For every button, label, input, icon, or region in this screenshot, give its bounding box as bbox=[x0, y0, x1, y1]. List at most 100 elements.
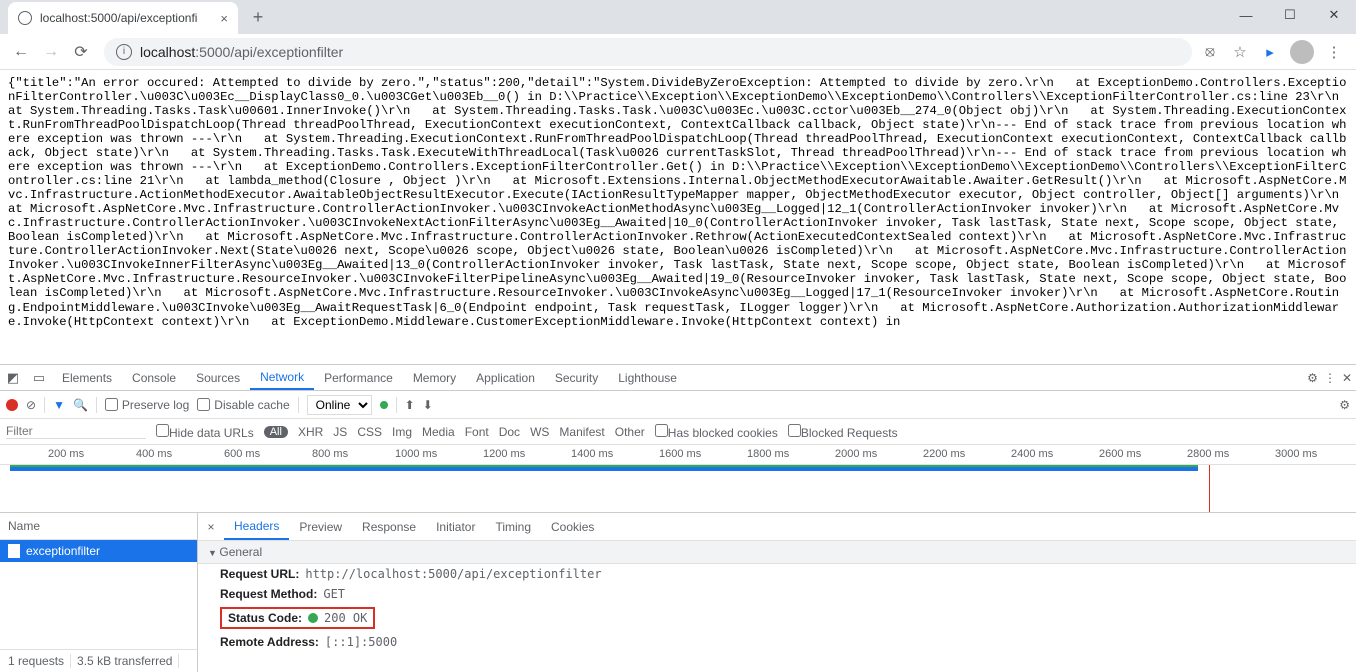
tab-performance[interactable]: Performance bbox=[314, 365, 403, 390]
address-bar[interactable]: i localhost:5000/api/exceptionfilter bbox=[104, 38, 1192, 66]
globe-icon bbox=[18, 11, 32, 25]
toolbar-right: ⦻ ☆ ▸ ⋮ bbox=[1200, 40, 1350, 64]
filter-xhr[interactable]: XHR bbox=[298, 425, 323, 439]
tick: 1800 ms bbox=[747, 448, 789, 460]
separator bbox=[96, 397, 97, 413]
tick: 800 ms bbox=[312, 448, 348, 460]
devtools: ◩ ▭ Elements Console Sources Network Per… bbox=[0, 364, 1356, 672]
filter-media[interactable]: Media bbox=[422, 425, 455, 439]
column-name[interactable]: Name bbox=[0, 513, 197, 540]
tab-security[interactable]: Security bbox=[545, 365, 608, 390]
online-dot-icon bbox=[380, 401, 388, 409]
settings-icon[interactable]: ⚙ bbox=[1307, 371, 1318, 385]
tab-initiator[interactable]: Initiator bbox=[426, 513, 485, 540]
translate-icon[interactable]: ⦻ bbox=[1200, 42, 1220, 62]
close-detail-icon[interactable]: × bbox=[198, 520, 224, 534]
network-main: Name exceptionfilter 1 requests 3.5 kB t… bbox=[0, 513, 1356, 672]
filter-js[interactable]: JS bbox=[333, 425, 347, 439]
upload-har-icon[interactable]: ⬆ bbox=[405, 398, 415, 412]
separator bbox=[396, 397, 397, 413]
tab-lighthouse[interactable]: Lighthouse bbox=[608, 365, 687, 390]
tick: 600 ms bbox=[224, 448, 260, 460]
timeline-bar bbox=[10, 465, 1198, 471]
filter-other[interactable]: Other bbox=[615, 425, 645, 439]
timeline-marker bbox=[1209, 465, 1210, 512]
filter-ws[interactable]: WS bbox=[530, 425, 549, 439]
filter-font[interactable]: Font bbox=[465, 425, 489, 439]
filter-all[interactable]: All bbox=[264, 426, 288, 438]
tab-preview[interactable]: Preview bbox=[289, 513, 352, 540]
filter-input[interactable] bbox=[6, 424, 146, 439]
tick: 3000 ms bbox=[1275, 448, 1317, 460]
inspect-icon[interactable]: ◩ bbox=[0, 365, 26, 391]
url-host: localhost bbox=[140, 44, 195, 60]
tab-elements[interactable]: Elements bbox=[52, 365, 122, 390]
tab-timing[interactable]: Timing bbox=[485, 513, 541, 540]
filter-doc[interactable]: Doc bbox=[499, 425, 520, 439]
transferred-size: 3.5 kB transferred bbox=[77, 654, 179, 668]
menu-icon[interactable]: ⋮ bbox=[1324, 42, 1344, 62]
close-tab-icon[interactable]: × bbox=[220, 11, 228, 26]
device-icon[interactable]: ▭ bbox=[26, 365, 52, 391]
more-icon[interactable]: ⋮ bbox=[1324, 371, 1336, 385]
filter-img[interactable]: Img bbox=[392, 425, 412, 439]
throttling-select[interactable]: Online bbox=[307, 395, 372, 415]
separator bbox=[298, 397, 299, 413]
tab-application[interactable]: Application bbox=[466, 365, 545, 390]
bookmark-icon[interactable]: ☆ bbox=[1230, 42, 1250, 62]
browser-tab[interactable]: localhost:5000/api/exceptionfi × bbox=[8, 2, 238, 34]
timeline-header: 200 ms 400 ms 600 ms 800 ms 1000 ms 1200… bbox=[0, 445, 1356, 465]
avatar-icon[interactable] bbox=[1290, 40, 1314, 64]
maximize-button[interactable]: ☐ bbox=[1268, 0, 1312, 30]
status-dot-icon bbox=[308, 613, 318, 623]
hide-data-urls-checkbox[interactable]: Hide data URLs bbox=[156, 424, 254, 440]
response-body: {"title":"An error occured: Attempted to… bbox=[0, 70, 1356, 364]
window-controls: — ☐ ✕ bbox=[1224, 0, 1356, 30]
new-tab-button[interactable]: + bbox=[244, 3, 272, 31]
tab-sources[interactable]: Sources bbox=[186, 365, 250, 390]
tick: 200 ms bbox=[48, 448, 84, 460]
disable-cache-checkbox[interactable]: Disable cache bbox=[197, 398, 289, 412]
tab-strip: localhost:5000/api/exceptionfi × + bbox=[0, 0, 272, 34]
request-count: 1 requests bbox=[8, 654, 71, 668]
filter-icon[interactable]: ▼ bbox=[53, 398, 65, 412]
tab-network[interactable]: Network bbox=[250, 365, 314, 390]
url-path: /api/exceptionfilter bbox=[230, 44, 343, 60]
tab-response[interactable]: Response bbox=[352, 513, 426, 540]
tick: 1600 ms bbox=[659, 448, 701, 460]
minimize-button[interactable]: — bbox=[1224, 0, 1268, 30]
tab-memory[interactable]: Memory bbox=[403, 365, 466, 390]
request-url-row: Request URL: http://localhost:5000/api/e… bbox=[198, 564, 1356, 584]
request-name: exceptionfilter bbox=[26, 544, 100, 558]
request-status-bar: 1 requests 3.5 kB transferred bbox=[0, 649, 197, 672]
network-filter-bar: Hide data URLs All XHR JS CSS Img Media … bbox=[0, 419, 1356, 445]
download-har-icon[interactable]: ⬇ bbox=[423, 398, 433, 412]
has-blocked-cookies-checkbox[interactable]: Has blocked cookies bbox=[655, 424, 778, 440]
tab-headers[interactable]: Headers bbox=[224, 513, 289, 540]
info-icon[interactable]: i bbox=[116, 44, 132, 60]
filter-manifest[interactable]: Manifest bbox=[559, 425, 604, 439]
filter-css[interactable]: CSS bbox=[357, 425, 382, 439]
blocked-requests-checkbox[interactable]: Blocked Requests bbox=[788, 424, 898, 440]
browser-toolbar: ← → ⟳ i localhost:5000/api/exceptionfilt… bbox=[0, 34, 1356, 70]
tab-cookies[interactable]: Cookies bbox=[541, 513, 604, 540]
clear-icon[interactable]: ⊘ bbox=[26, 398, 36, 412]
back-button[interactable]: ← bbox=[6, 37, 36, 67]
preserve-log-checkbox[interactable]: Preserve log bbox=[105, 398, 189, 412]
record-button[interactable] bbox=[6, 399, 18, 411]
request-row[interactable]: exceptionfilter bbox=[0, 540, 197, 562]
close-devtools-icon[interactable]: ✕ bbox=[1342, 371, 1352, 385]
forward-button[interactable]: → bbox=[36, 37, 66, 67]
timeline-overview[interactable] bbox=[0, 465, 1356, 513]
close-window-button[interactable]: ✕ bbox=[1312, 0, 1356, 30]
tab-console[interactable]: Console bbox=[122, 365, 186, 390]
titlebar: localhost:5000/api/exceptionfi × + — ☐ ✕ bbox=[0, 0, 1356, 34]
settings-icon[interactable]: ⚙ bbox=[1339, 398, 1350, 412]
status-code-row: Status Code: 200 OK bbox=[198, 604, 1356, 632]
extension-icon[interactable]: ▸ bbox=[1260, 42, 1280, 62]
reload-button[interactable]: ⟳ bbox=[66, 37, 96, 67]
tick: 2200 ms bbox=[923, 448, 965, 460]
search-icon[interactable]: 🔍 bbox=[73, 398, 88, 412]
tick: 1000 ms bbox=[395, 448, 437, 460]
general-section-header[interactable]: General bbox=[198, 541, 1356, 564]
